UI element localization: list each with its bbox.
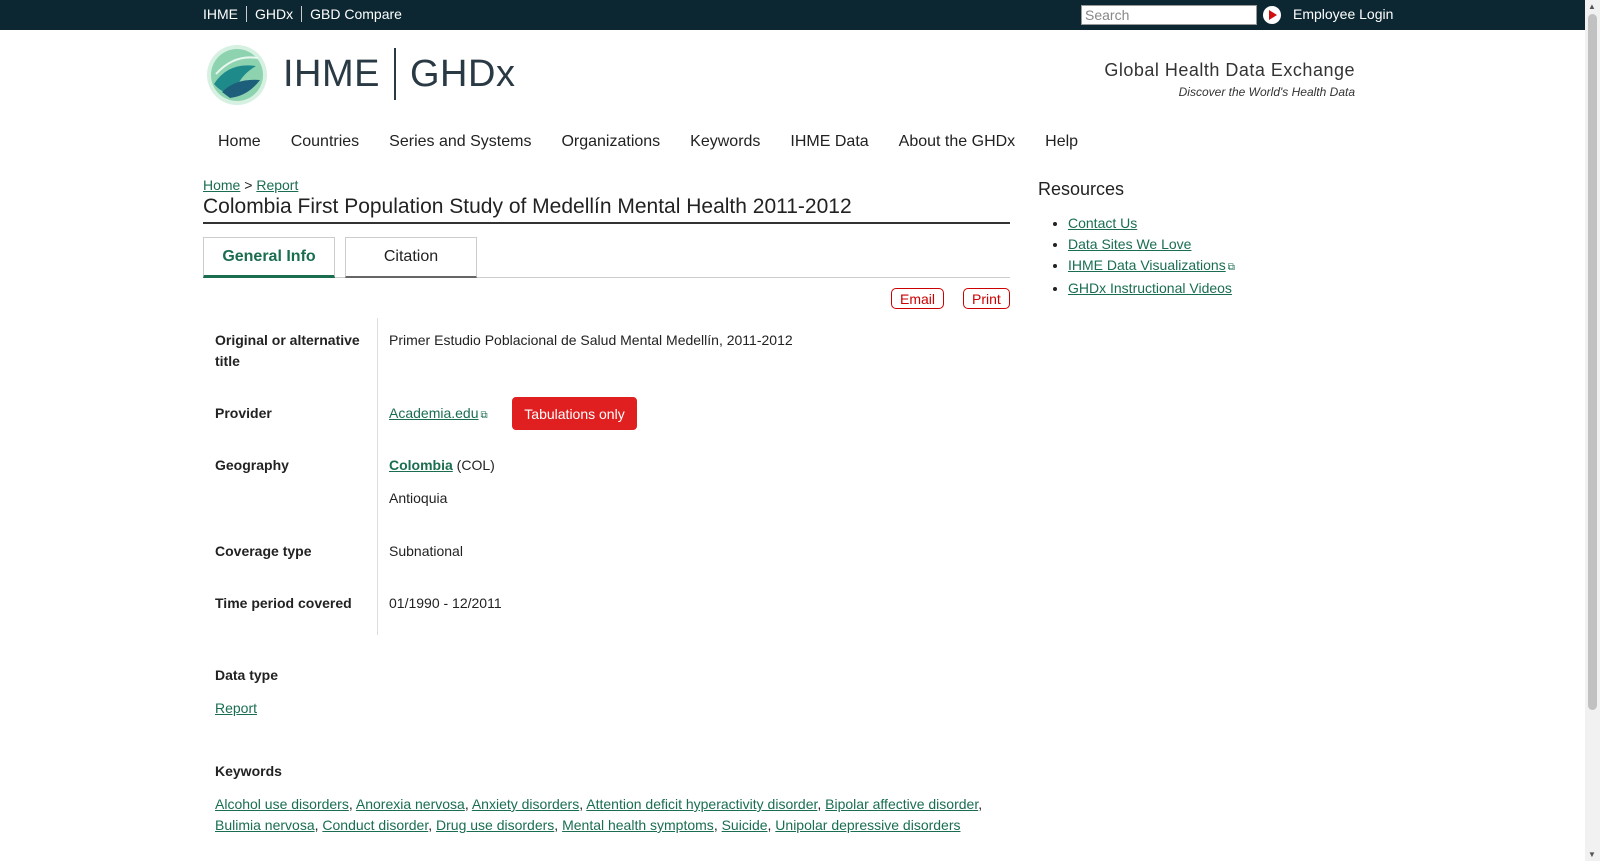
keyword-link[interactable]: Unipolar depressive disorders — [775, 817, 960, 833]
nav-help[interactable]: Help — [1030, 133, 1093, 151]
resource-ihme-visualizations[interactable]: IHME Data Visualizations — [1068, 257, 1226, 273]
nav-keywords[interactable]: Keywords — [675, 133, 775, 151]
resource-instructional-videos[interactable]: GHDx Instructional Videos — [1068, 280, 1232, 296]
resource-item: IHME Data Visualizations⧉ — [1068, 255, 1235, 278]
geography-country-link[interactable]: Colombia — [389, 457, 453, 473]
top-link-ihme[interactable]: IHME — [203, 6, 246, 22]
keyword-link[interactable]: Alcohol use disorders — [215, 796, 349, 812]
resources-title: Resources — [1038, 179, 1125, 199]
ihme-logo-icon[interactable] — [206, 44, 268, 106]
field-divider — [377, 318, 378, 635]
keywords-label: Keywords — [215, 763, 282, 779]
site-tagline: Global Health Data Exchange Discover the… — [1104, 60, 1355, 99]
keyword-link[interactable]: Drug use disorders — [436, 817, 554, 833]
keyword-link[interactable]: Bipolar affective disorder — [825, 796, 978, 812]
provider-link[interactable]: Academia.edu — [389, 405, 479, 421]
nav-organizations[interactable]: Organizations — [546, 133, 675, 151]
resources-list: Contact Us Data Sites We Love IHME Data … — [1068, 213, 1235, 299]
scrollbar[interactable]: ▲ ▼ — [1585, 0, 1600, 861]
brand-ihme: IHME — [283, 52, 380, 95]
alt-title-label: Original or alternative title — [215, 330, 365, 372]
brand-divider — [394, 48, 396, 100]
print-button[interactable]: Print — [963, 288, 1010, 309]
nav-home[interactable]: Home — [203, 133, 276, 151]
resource-contact-us[interactable]: Contact Us — [1068, 215, 1137, 231]
top-bar: IHME GHDx GBD Compare Employee Login — [0, 0, 1585, 30]
tagline-subtitle: Discover the World's Health Data — [1178, 85, 1355, 99]
tabulations-only-badge[interactable]: Tabulations only — [512, 397, 637, 430]
keyword-link[interactable]: Anorexia nervosa — [356, 796, 465, 812]
alt-title-value: Primer Estudio Poblacional de Salud Ment… — [389, 332, 793, 348]
breadcrumb-separator: > — [244, 177, 253, 193]
geography-value: Colombia (COL) — [389, 455, 495, 476]
keyword-link[interactable]: Suicide — [722, 817, 768, 833]
keyword-link[interactable]: Bulimia nervosa — [215, 817, 315, 833]
tab-general-info[interactable]: General Info — [203, 237, 335, 278]
search-submit-icon[interactable] — [1263, 6, 1281, 24]
alt-title-label-line1: Original or alternative — [215, 332, 360, 348]
search-input[interactable] — [1081, 5, 1257, 25]
resource-item: GHDx Instructional Videos — [1068, 278, 1235, 299]
nav-series-and-systems[interactable]: Series and Systems — [374, 133, 546, 151]
data-type-link[interactable]: Report — [215, 700, 257, 716]
provider-value: Academia.edu ⧉ — [389, 403, 488, 426]
external-link-icon: ⧉ — [480, 410, 488, 421]
scroll-thumb[interactable] — [1588, 14, 1597, 710]
resource-item: Data Sites We Love — [1068, 234, 1235, 255]
email-button[interactable]: Email — [891, 288, 945, 309]
coverage-type-label: Coverage type — [215, 543, 312, 559]
time-period-label: Time period covered — [215, 595, 352, 611]
top-link-gbd-compare[interactable]: GBD Compare — [301, 6, 410, 22]
brand-ghdx: GHDx — [410, 52, 516, 95]
tab-bar: General Info Citation — [203, 237, 1010, 278]
nav-ihme-data[interactable]: IHME Data — [775, 133, 883, 151]
breadcrumb-report[interactable]: Report — [256, 177, 298, 193]
breadcrumb: Home > Report — [203, 177, 298, 193]
top-link-ghdx[interactable]: GHDx — [246, 6, 301, 22]
brand-wordmark[interactable]: IHME GHDx — [283, 48, 515, 100]
top-links: IHME GHDx GBD Compare — [203, 6, 410, 22]
geography-label: Geography — [215, 457, 289, 473]
scroll-up-icon[interactable]: ▲ — [1588, 2, 1596, 11]
resource-item: Contact Us — [1068, 213, 1235, 234]
coverage-type-value: Subnational — [389, 543, 463, 559]
nav-about-the-ghdx[interactable]: About the GHDx — [884, 133, 1031, 151]
resource-data-sites[interactable]: Data Sites We Love — [1068, 236, 1191, 252]
employee-login-link[interactable]: Employee Login — [1293, 6, 1393, 22]
tagline-title: Global Health Data Exchange — [1104, 60, 1355, 80]
alt-title-label-line2: title — [215, 353, 240, 369]
external-link-icon: ⧉ — [1227, 262, 1235, 273]
scroll-down-icon[interactable]: ▼ — [1588, 850, 1596, 859]
provider-label: Provider — [215, 405, 272, 421]
data-type-value: Report — [215, 698, 257, 719]
keyword-link[interactable]: Mental health symptoms — [562, 817, 714, 833]
geography-region: Antioquia — [389, 490, 448, 506]
page-title: Colombia First Population Study of Medel… — [203, 195, 1010, 224]
breadcrumb-home[interactable]: Home — [203, 177, 240, 193]
keywords-list: Alcohol use disorders, Anorexia nervosa,… — [215, 796, 983, 833]
data-type-label: Data type — [215, 667, 279, 683]
tab-citation[interactable]: Citation — [345, 237, 477, 278]
nav-countries[interactable]: Countries — [276, 133, 374, 151]
keyword-link[interactable]: Conduct disorder — [322, 817, 428, 833]
keyword-link[interactable]: Anxiety disorders — [472, 796, 579, 812]
keyword-link[interactable]: Attention deficit hyperactivity disorder — [586, 796, 817, 812]
geography-code: (COL) — [456, 457, 495, 473]
time-period-value: 01/1990 - 12/2011 — [389, 595, 502, 611]
main-nav: Home Countries Series and Systems Organi… — [203, 133, 1093, 151]
